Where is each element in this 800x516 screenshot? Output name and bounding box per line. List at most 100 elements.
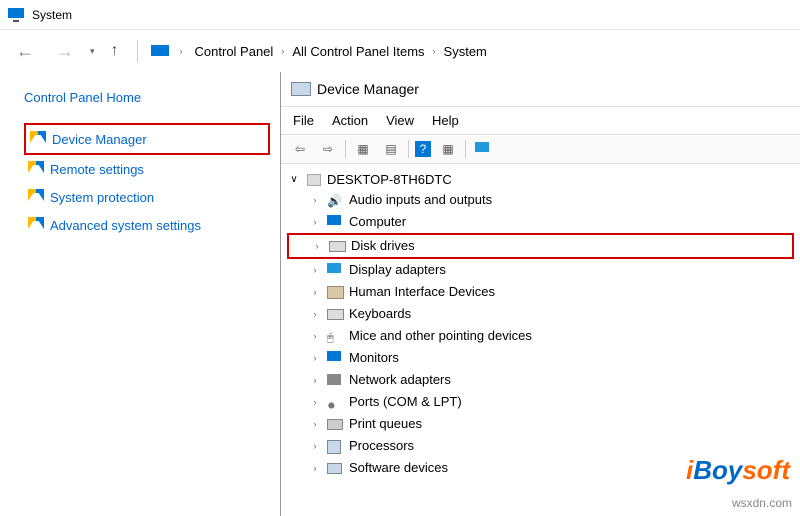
tree-item-label: Keyboards (349, 304, 411, 324)
tree-item-keyboards[interactable]: › Keyboards (287, 303, 794, 325)
expand-icon[interactable]: › (309, 304, 321, 324)
brand-part: Boy (693, 455, 742, 485)
expand-icon[interactable]: › (309, 436, 321, 456)
chevron-right-icon[interactable]: › (180, 46, 183, 56)
tree-item-processors[interactable]: › Processors (287, 435, 794, 457)
tree-item-monitors[interactable]: › Monitors (287, 347, 794, 369)
expand-icon[interactable]: › (309, 370, 321, 390)
expand-icon[interactable]: › (309, 260, 321, 280)
tree-item-print[interactable]: › Print queues (287, 413, 794, 435)
tree-item-display[interactable]: › Display adapters (287, 259, 794, 281)
control-panel-home-link[interactable]: Control Panel Home (24, 90, 270, 105)
tree-item-label: Processors (349, 436, 414, 456)
tree-item-label: Print queues (349, 414, 422, 434)
task-label: Device Manager (52, 132, 147, 147)
tree-item-label: Software devices (349, 458, 448, 478)
tree-item-label: Ports (COM & LPT) (349, 392, 462, 412)
tree-item-label: Mice and other pointing devices (349, 326, 532, 346)
task-label: System protection (50, 190, 154, 205)
tree-item-label: Display adapters (349, 260, 446, 280)
breadcrumb-item-allitems[interactable]: All Control Panel Items (290, 42, 426, 61)
devmgr-menubar: File Action View Help (281, 107, 800, 134)
window-titlebar: System (0, 0, 800, 30)
toolbar-help-icon[interactable]: ? (415, 141, 431, 157)
expand-icon[interactable]: › (309, 190, 321, 210)
hid-icon (327, 285, 343, 299)
computer-icon (327, 215, 343, 229)
expand-icon[interactable]: › (309, 392, 321, 412)
tree-item-label: Network adapters (349, 370, 451, 390)
tree-item-network[interactable]: › Network adapters (287, 369, 794, 391)
tree-item-label: Monitors (349, 348, 399, 368)
menu-help[interactable]: Help (432, 113, 459, 128)
breadcrumb: Control Panel › All Control Panel Items … (193, 42, 489, 61)
shield-icon (28, 189, 44, 205)
breadcrumb-root-icon[interactable] (150, 44, 168, 58)
menu-action[interactable]: Action (332, 113, 368, 128)
chevron-right-icon: › (281, 46, 284, 56)
tree-item-label: Human Interface Devices (349, 282, 495, 302)
tree-item-mice[interactable]: › Mice and other pointing devices (287, 325, 794, 347)
toolbar-monitor-icon[interactable] (472, 139, 494, 159)
task-remote-settings[interactable]: Remote settings (24, 155, 270, 183)
tree-item-label: Computer (349, 212, 406, 232)
main-area: Control Panel Home Device Manager Remote… (0, 72, 800, 516)
tree-item-disk-drives[interactable]: ›Disk drives (287, 233, 794, 259)
window-title: System (32, 8, 72, 22)
expand-icon[interactable]: › (309, 212, 321, 232)
toolbar-scan-icon[interactable]: ▦ (437, 139, 459, 159)
expand-icon[interactable]: › (309, 348, 321, 368)
toolbar-details-icon[interactable]: ▤ (380, 139, 402, 159)
ports-icon (327, 395, 343, 409)
task-device-manager[interactable]: Device Manager (24, 123, 270, 155)
tree-item-label: Audio inputs and outputs (349, 190, 492, 210)
toolbar-back-icon[interactable]: ⇦ (289, 139, 311, 159)
tree-item-hid[interactable]: › Human Interface Devices (287, 281, 794, 303)
breadcrumb-item-controlpanel[interactable]: Control Panel (193, 42, 276, 61)
tree-item-audio[interactable]: › Audio inputs and outputs (287, 189, 794, 211)
task-system-protection[interactable]: System protection (24, 183, 270, 211)
collapse-icon[interactable]: ∨ (287, 174, 301, 185)
root-label: DESKTOP-8TH6DTC (327, 172, 452, 187)
devmgr-title: Device Manager (317, 81, 419, 97)
computer-icon (307, 174, 321, 186)
device-manager-pane: Device Manager File Action View Help ⇦ ⇨… (280, 72, 800, 516)
task-advanced-settings[interactable]: Advanced system settings (24, 211, 270, 239)
toolbar-divider (408, 140, 409, 158)
shield-icon (30, 131, 46, 147)
audio-icon (327, 193, 343, 207)
software-icon (327, 461, 343, 475)
devmgr-toolbar: ⇦ ⇨ ▦ ▤ ? ▦ (281, 134, 800, 164)
devmgr-titlebar: Device Manager (281, 72, 800, 107)
toolbar-forward-icon[interactable]: ⇨ (317, 139, 339, 159)
task-label: Advanced system settings (50, 218, 201, 233)
network-icon (327, 373, 343, 387)
expand-icon[interactable]: › (311, 236, 323, 256)
expand-icon[interactable]: › (309, 282, 321, 302)
brand-part: soft (742, 455, 790, 485)
menu-view[interactable]: View (386, 113, 414, 128)
task-label: Remote settings (50, 162, 144, 177)
keyboard-icon (327, 307, 343, 321)
shield-icon (28, 161, 44, 177)
mouse-icon (327, 329, 343, 343)
tree-item-ports[interactable]: › Ports (COM & LPT) (287, 391, 794, 413)
toolbar-divider (465, 140, 466, 158)
system-icon (8, 8, 24, 22)
toolbar-view-icon[interactable]: ▦ (352, 139, 374, 159)
menu-file[interactable]: File (293, 113, 314, 128)
history-dropdown-icon[interactable]: ▾ (90, 46, 95, 57)
expand-icon[interactable]: › (309, 414, 321, 434)
up-button[interactable]: ↑ (105, 40, 125, 62)
watermark-brand: iBoysoft (686, 455, 790, 486)
expand-icon[interactable]: › (309, 326, 321, 346)
watermark-site: wsxdn.com (732, 496, 792, 510)
back-button[interactable]: ← (10, 39, 40, 64)
tree-item-computer[interactable]: › Computer (287, 211, 794, 233)
forward-button[interactable]: → (50, 39, 80, 64)
tree-root[interactable]: ∨ DESKTOP-8TH6DTC (287, 172, 794, 187)
breadcrumb-item-system[interactable]: System (442, 42, 489, 61)
display-icon (327, 263, 343, 277)
chevron-right-icon: › (433, 46, 436, 56)
expand-icon[interactable]: › (309, 458, 321, 478)
